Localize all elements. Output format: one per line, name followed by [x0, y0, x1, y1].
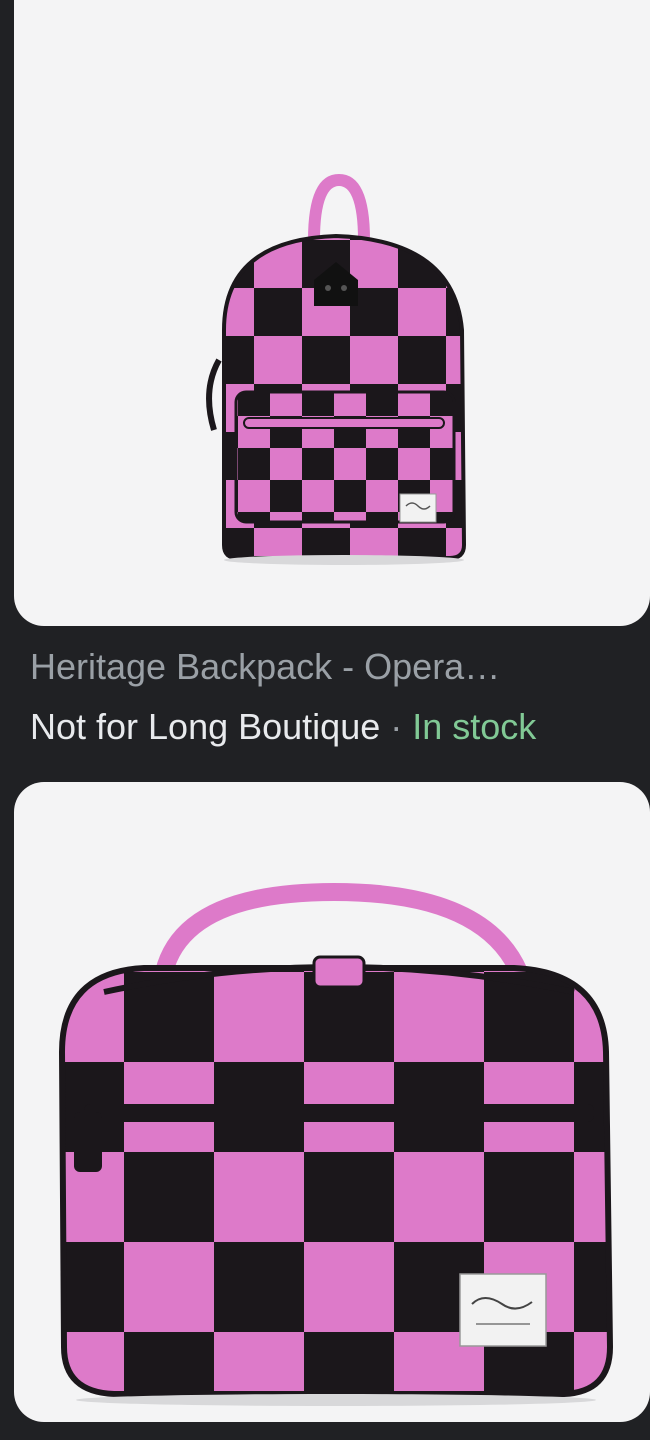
store-name[interactable]: Not for Long Boutique — [30, 706, 380, 747]
stock-status: In stock — [412, 706, 537, 747]
meta-separator: · — [380, 706, 413, 747]
lunchbox-illustration — [58, 882, 614, 1406]
product-title[interactable]: Heritage Backpack - Opera… — [30, 646, 630, 688]
product-image-backpack[interactable] — [14, 0, 650, 626]
product-image-lunchbox[interactable] — [14, 782, 650, 1422]
backpack-illustration — [206, 173, 467, 565]
product-meta: Not for Long Boutique · In stock — [30, 706, 640, 748]
